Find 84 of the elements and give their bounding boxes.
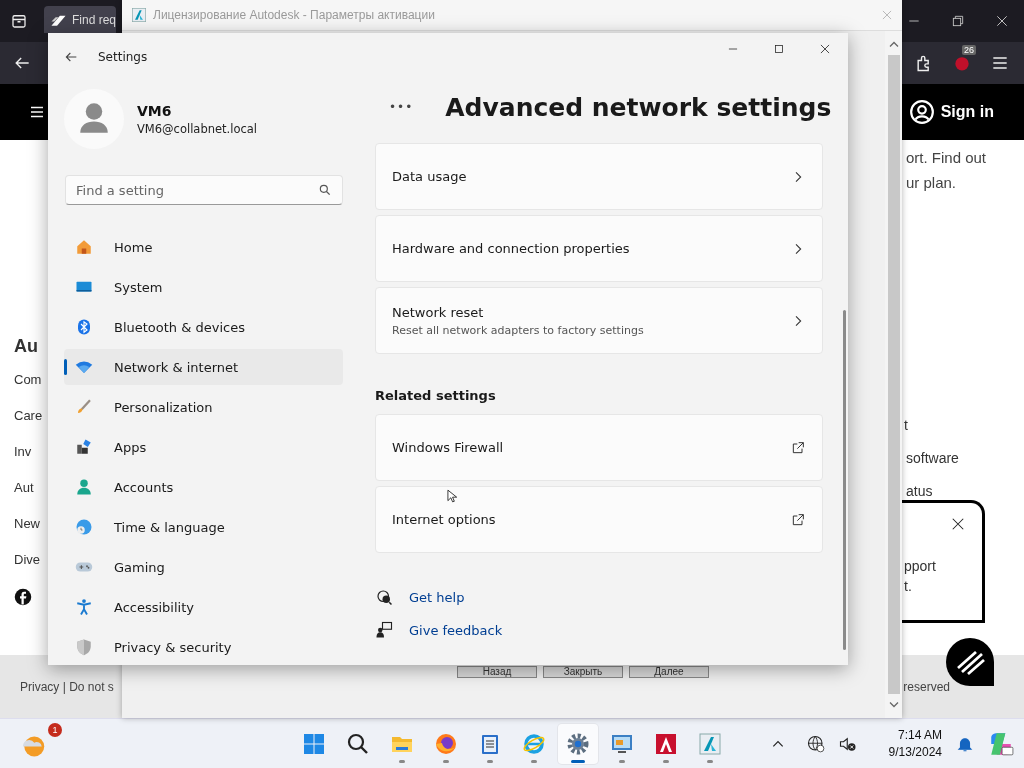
bluetooth-icon — [75, 318, 93, 336]
browser-tab[interactable]: Find req — [44, 6, 116, 33]
copyright-text: reserved — [903, 679, 950, 694]
search-icon[interactable] — [318, 183, 332, 197]
maximize-icon[interactable] — [772, 42, 786, 56]
nav-item[interactable]: Bluetooth & devices — [64, 309, 343, 345]
search-field[interactable]: Find a setting — [65, 175, 343, 205]
settings-card[interactable]: Hardware and connection properties — [375, 215, 823, 282]
user-icon — [908, 99, 935, 125]
mouse-cursor-icon — [445, 486, 459, 506]
body-text: ur plan. — [906, 173, 958, 193]
assistant-icon[interactable] — [988, 730, 1014, 757]
globe-browser-icon — [522, 731, 546, 756]
nav-item[interactable]: Personalization — [64, 389, 343, 425]
footer-link[interactable]: software — [906, 450, 1024, 483]
body-text: ort. Find out — [906, 148, 988, 168]
notification-badge: 1 — [48, 722, 62, 737]
footer-link[interactable]: t — [904, 417, 1024, 450]
help-link[interactable]: Give feedback — [409, 622, 503, 638]
nav-item[interactable]: Gaming — [64, 549, 343, 585]
nav-item[interactable]: Accessibility — [64, 589, 343, 625]
app-logo-icon — [654, 731, 678, 756]
gear-icon — [566, 731, 590, 756]
settings-card[interactable]: Data usage — [375, 143, 823, 210]
footer-text: Privacy | Do not s — [20, 679, 114, 694]
sign-in-link[interactable]: Sign in — [908, 99, 994, 125]
footer-link[interactable]: Com — [14, 372, 46, 408]
globe-icon[interactable] — [806, 734, 825, 753]
user-email: VM6@collabnet.local — [137, 121, 258, 136]
avatar-icon — [64, 89, 124, 149]
wifi-icon — [75, 358, 93, 376]
page-title: Advanced network settings — [445, 92, 832, 122]
nav-item[interactable]: Home — [64, 229, 343, 265]
globe-clock-icon — [75, 518, 93, 536]
help-icon — [375, 588, 393, 606]
apps-icon — [75, 438, 93, 456]
dialog-button[interactable]: Далее — [629, 666, 709, 678]
brush-icon — [75, 398, 93, 416]
footer-link[interactable]: Inv — [14, 444, 46, 480]
footer-link[interactable]: Aut — [14, 480, 46, 516]
nav-item[interactable]: Network & internet — [64, 349, 343, 385]
breadcrumb-more[interactable]: ••• — [375, 100, 414, 114]
shield-icon — [75, 638, 93, 656]
close-icon[interactable] — [994, 13, 1010, 29]
settings-card[interactable]: Internet options — [375, 486, 823, 553]
search-icon — [346, 731, 370, 756]
help-link[interactable]: Get help — [409, 589, 465, 605]
scrollbar[interactable] — [885, 31, 902, 718]
restore-icon[interactable] — [950, 13, 966, 29]
footer-link[interactable]: Dive — [14, 552, 46, 588]
triangle-logo-icon — [698, 731, 722, 756]
settings-card[interactable]: Network reset Reset all network adapters to factory settings — [375, 287, 823, 354]
fox-browser-icon — [434, 731, 458, 756]
nav-item[interactable]: Accounts — [64, 469, 343, 505]
nav-item[interactable]: Apps — [64, 429, 343, 465]
person-icon — [75, 478, 93, 496]
start-icon — [302, 731, 326, 756]
house-icon — [75, 238, 93, 256]
external-link-icon — [790, 511, 806, 528]
user-name: VM6 — [137, 102, 173, 119]
nav-item[interactable]: Time & language — [64, 509, 343, 545]
dialog-button[interactable]: Назад — [457, 666, 537, 678]
card-subtitle: Reset all network adapters to factory settings — [392, 323, 644, 337]
feedback-icon — [375, 621, 393, 639]
footer-link[interactable]: New — [14, 516, 46, 552]
app-logo-icon — [131, 7, 147, 23]
social-icon[interactable] — [14, 588, 32, 606]
clock[interactable]: 7:14 AM 9/13/2024 — [888, 726, 942, 761]
section-heading: Au — [14, 336, 39, 358]
window-title: Лицензирование Autodesk - Параметры активации — [153, 8, 435, 22]
scrollbar-thumb[interactable] — [843, 310, 846, 650]
footer-link[interactable]: Care — [14, 408, 46, 444]
settings-card[interactable]: Windows Firewall — [375, 414, 823, 481]
popup-text: pport t. — [904, 557, 937, 596]
window-title: Settings — [98, 50, 148, 64]
nav-item[interactable]: Privacy & security — [64, 629, 343, 665]
dialog-button[interactable]: Закрыть — [543, 666, 623, 678]
close-icon[interactable] — [818, 42, 832, 56]
external-link-icon — [790, 439, 806, 456]
count-badge: 26 — [962, 45, 976, 55]
tab-list-icon[interactable] — [10, 12, 28, 30]
nav-item[interactable]: System — [64, 269, 343, 305]
section-heading: Related settings — [375, 387, 497, 405]
figure-icon — [75, 598, 93, 616]
